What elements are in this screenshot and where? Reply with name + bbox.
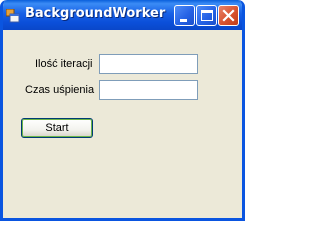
form-client-area: Ilość iteracji Czas uśpienia Start: [3, 30, 242, 218]
minimize-button[interactable]: [174, 5, 195, 26]
title-bar[interactable]: BackgroundWorker: [3, 0, 242, 30]
sleep-label: Czas uśpienia: [25, 84, 95, 96]
start-button[interactable]: Start: [21, 118, 93, 138]
sleep-input[interactable]: [99, 80, 198, 100]
iterations-label: Ilość iteracji: [35, 58, 93, 70]
close-button[interactable]: [218, 5, 239, 26]
maximize-button[interactable]: [196, 5, 217, 26]
app-window-icon[interactable]: [5, 8, 20, 23]
close-icon: [222, 9, 235, 22]
maximize-icon: [201, 10, 213, 21]
minimize-icon: [180, 19, 187, 22]
app-window: BackgroundWorker Ilość iteracji Czas uśp…: [0, 0, 245, 221]
iterations-input[interactable]: [99, 54, 198, 74]
window-title: BackgroundWorker: [25, 6, 166, 21]
